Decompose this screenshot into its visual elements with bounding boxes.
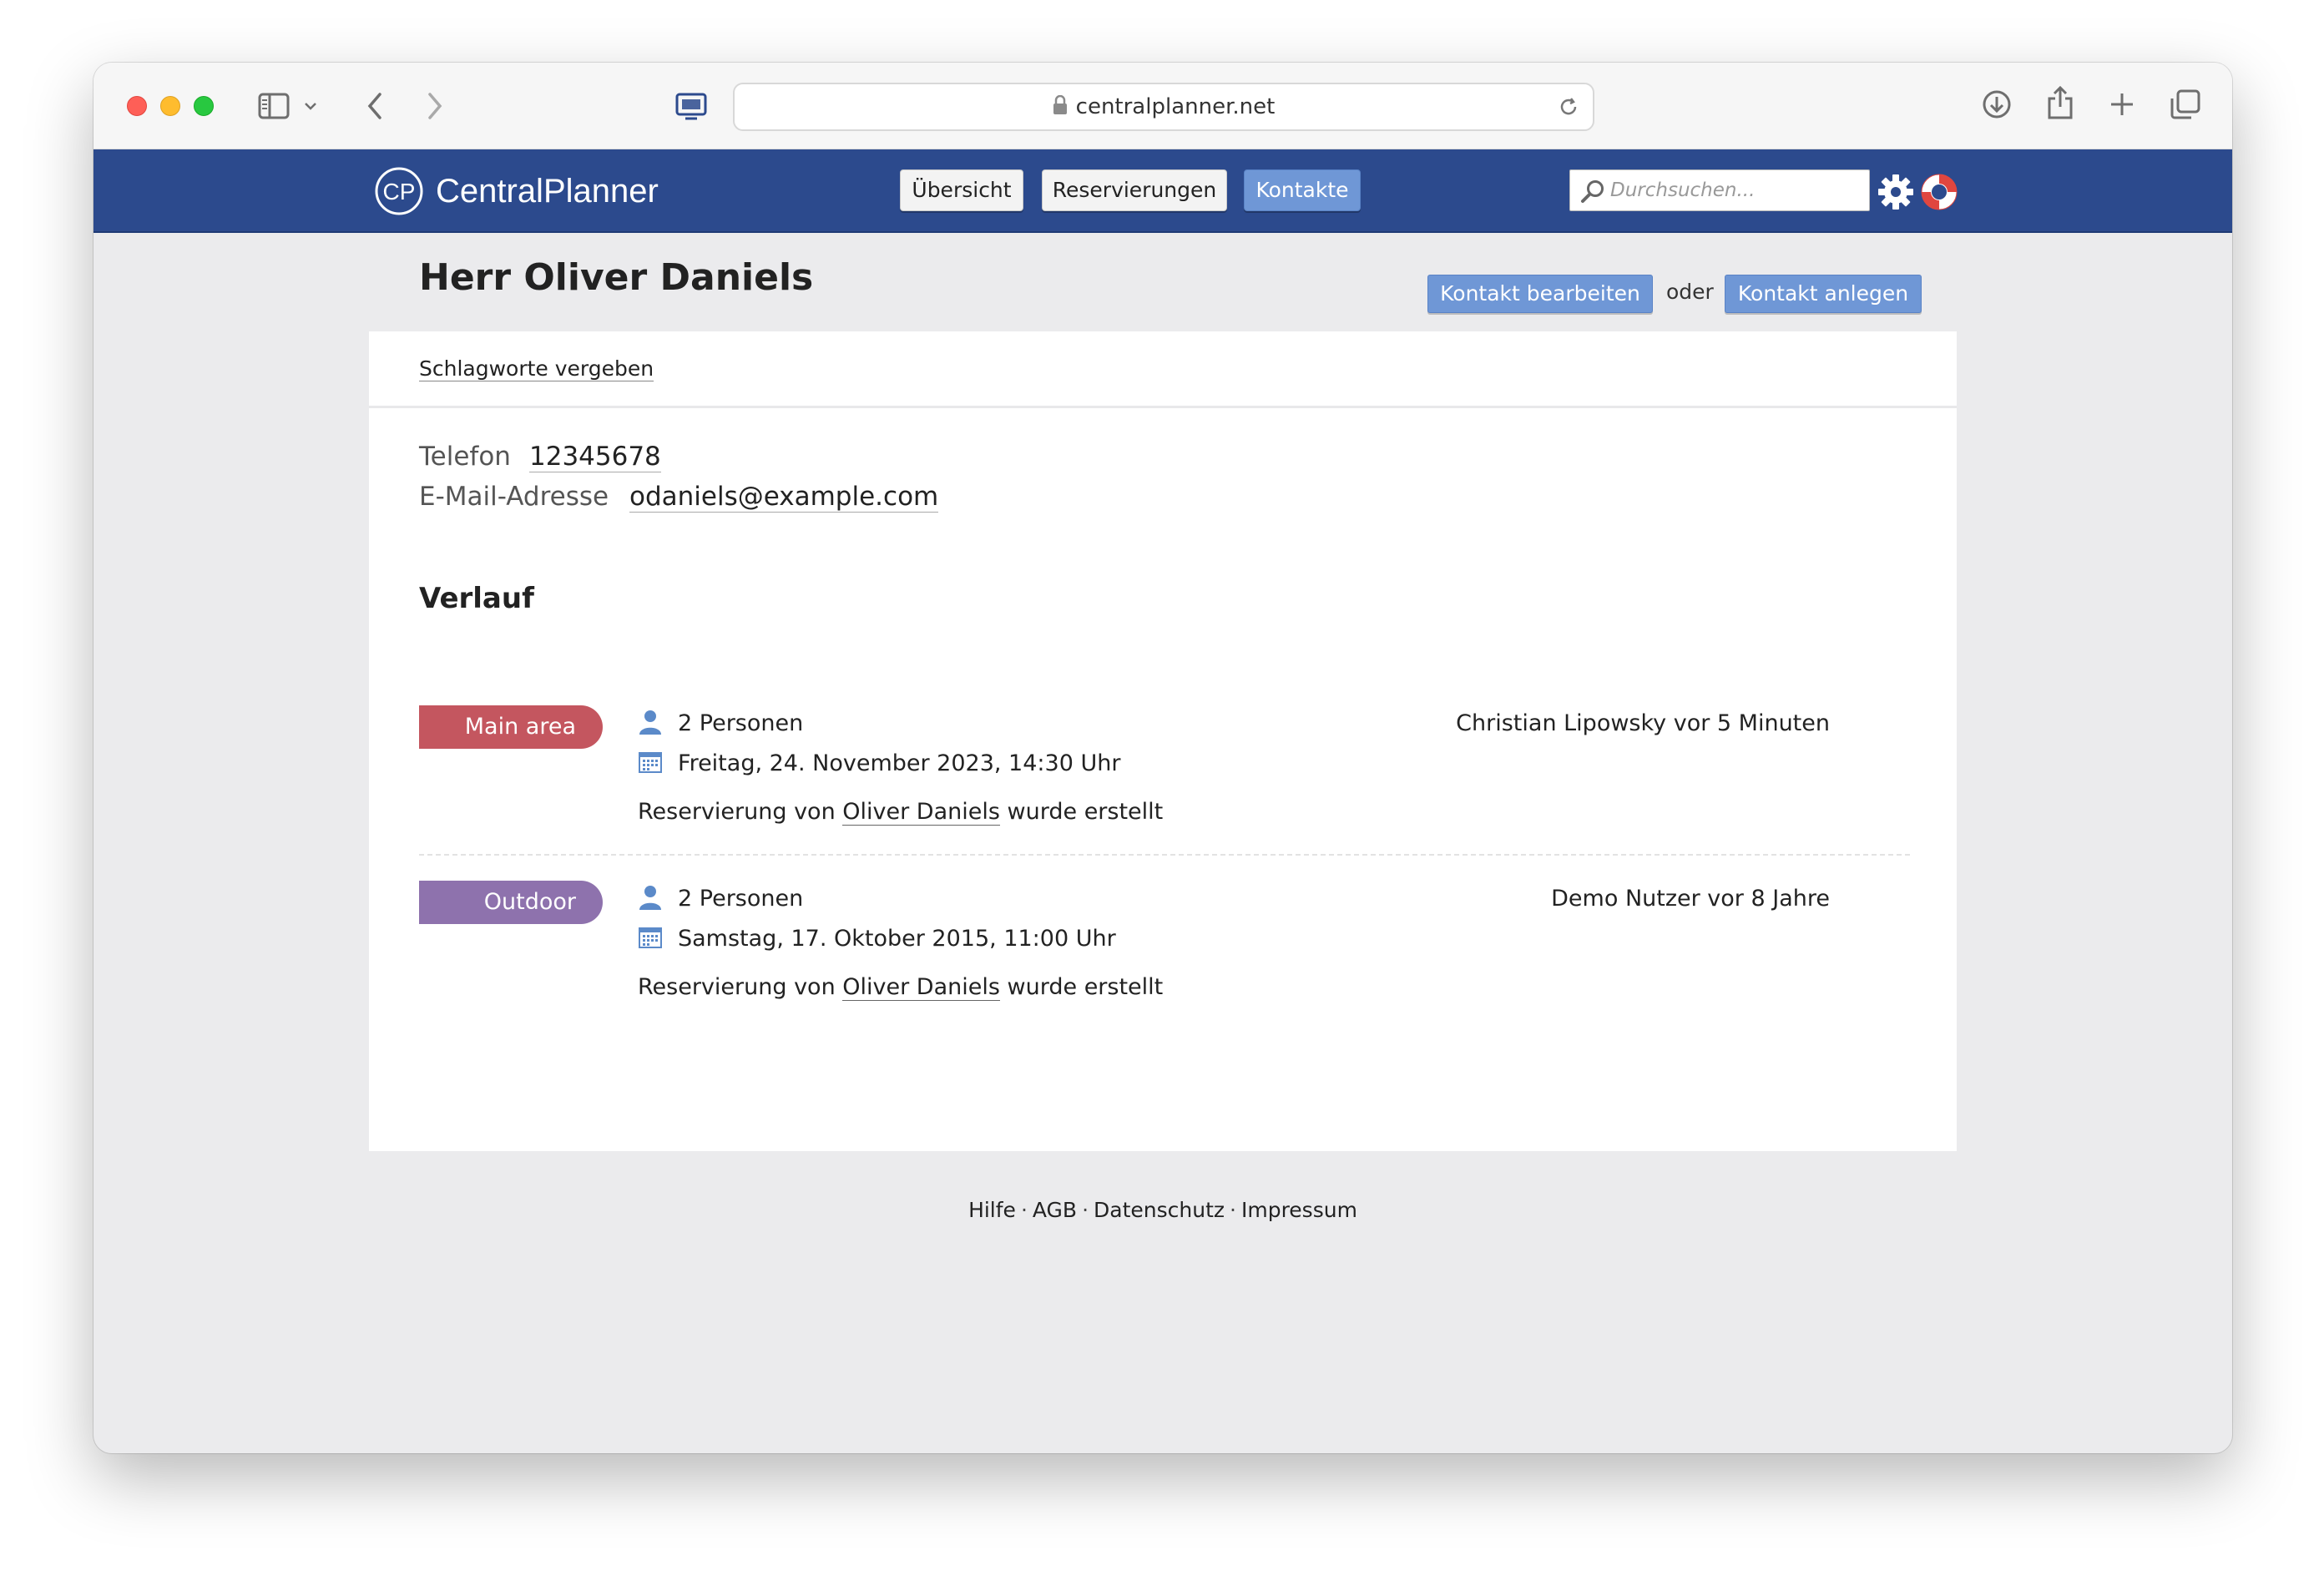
- entry-persons: 2 Personen: [678, 886, 804, 912]
- sidebar-toggle-icon[interactable]: [257, 91, 290, 121]
- create-contact-button[interactable]: Kontakt anlegen: [1725, 275, 1922, 313]
- app-header: CP CentralPlanner Übersicht Reservierung…: [93, 149, 2232, 233]
- search-icon: [1580, 179, 1605, 207]
- entry-persons: 2 Personen: [678, 710, 804, 736]
- entry-contact-link[interactable]: Oliver Daniels: [842, 799, 1000, 826]
- url-text: centralplanner.net: [1075, 94, 1276, 119]
- logo-mark: CP: [383, 179, 416, 205]
- search-box[interactable]: [1569, 169, 1870, 211]
- entry-date: Samstag, 17. Oktober 2015, 11:00 Uhr: [678, 926, 1116, 952]
- new-tab-icon[interactable]: [2107, 89, 2137, 119]
- tab-uebersicht[interactable]: Übersicht: [900, 169, 1023, 211]
- entry-contact-link[interactable]: Oliver Daniels: [842, 974, 1000, 1001]
- assign-tags-link[interactable]: Schlagworte vergeben: [419, 356, 654, 381]
- calendar-icon: [638, 924, 663, 952]
- email-value[interactable]: odaniels@example.com: [629, 482, 939, 513]
- tab-kontakte[interactable]: Kontakte: [1244, 169, 1361, 211]
- area-tag-main: Main area: [419, 705, 603, 749]
- footer-separator: ·: [1082, 1198, 1089, 1222]
- footer-link-impressum[interactable]: Impressum: [1241, 1198, 1357, 1222]
- entry-message-suffix: wurde erstellt: [999, 974, 1164, 1000]
- screen-share-icon[interactable]: [674, 91, 708, 121]
- download-icon[interactable]: [1980, 88, 2013, 121]
- footer-link-agb[interactable]: AGB: [1033, 1198, 1077, 1222]
- close-window-button[interactable]: [127, 96, 147, 116]
- entry-message: Reservierung von Oliver Daniels wurde er…: [638, 799, 1164, 826]
- contact-card: Schlagworte vergeben Telefon 12345678 E-…: [369, 331, 1957, 1151]
- edit-contact-button[interactable]: Kontakt bearbeiten: [1427, 275, 1653, 313]
- entry-message: Reservierung von Oliver Daniels wurde er…: [638, 974, 1164, 1001]
- footer-link-datenschutz[interactable]: Datenschutz: [1094, 1198, 1225, 1222]
- footer: Hilfe · AGB · Datenschutz · Impressum: [93, 1198, 2232, 1222]
- entry-message-suffix: wurde erstellt: [999, 799, 1164, 825]
- lock-icon: [1053, 86, 1068, 131]
- person-icon: [638, 884, 663, 914]
- share-icon[interactable]: [2044, 84, 2077, 121]
- phone-label: Telefon: [419, 442, 511, 472]
- help-lifebuoy-icon[interactable]: [1920, 173, 1958, 215]
- chevron-down-icon[interactable]: [302, 98, 319, 114]
- app-logo[interactable]: CP CentralPlanner: [374, 166, 659, 216]
- browser-toolbar: centralplanner.net: [93, 63, 2232, 149]
- footer-separator: ·: [1230, 1198, 1236, 1222]
- zoom-window-button[interactable]: [194, 96, 214, 116]
- history-title: Verlauf: [419, 582, 534, 615]
- phone-value[interactable]: 12345678: [529, 442, 661, 472]
- address-bar[interactable]: centralplanner.net: [733, 83, 1594, 131]
- back-icon[interactable]: [362, 89, 387, 123]
- calendar-icon: [638, 749, 663, 777]
- entry-author-time: Demo Nutzer vor 8 Jahre: [1551, 886, 1830, 912]
- page-title: Herr Oliver Daniels: [419, 256, 814, 299]
- person-icon: [638, 709, 663, 739]
- reload-icon[interactable]: [1556, 94, 1581, 119]
- minimize-window-button[interactable]: [160, 96, 180, 116]
- or-label: oder: [1666, 280, 1714, 304]
- entry-author-time: Christian Lipowsky vor 5 Minuten: [1456, 710, 1830, 736]
- browser-window: centralplanner.net CP CentralPlanner Übe…: [93, 63, 2232, 1453]
- area-tag-outdoor: Outdoor: [419, 881, 603, 924]
- brand-name: CentralPlanner: [436, 172, 659, 210]
- email-label: E-Mail-Adresse: [419, 482, 609, 512]
- forward-icon[interactable]: [422, 89, 447, 123]
- gear-icon[interactable]: [1877, 173, 1915, 215]
- footer-separator: ·: [1020, 1198, 1028, 1222]
- footer-link-hilfe[interactable]: Hilfe: [968, 1198, 1016, 1222]
- entry-divider: [419, 854, 1910, 856]
- search-input[interactable]: [1610, 170, 1861, 210]
- entry-message-prefix: Reservierung von: [638, 799, 843, 825]
- tab-overview-icon[interactable]: [2169, 88, 2202, 121]
- entry-date: Freitag, 24. November 2023, 14:30 Uhr: [678, 750, 1121, 776]
- cp-logo-icon: CP: [375, 167, 423, 215]
- entry-message-prefix: Reservierung von: [638, 974, 843, 1000]
- tags-row: Schlagworte vergeben: [369, 331, 1957, 408]
- tab-reservierungen[interactable]: Reservierungen: [1042, 169, 1227, 211]
